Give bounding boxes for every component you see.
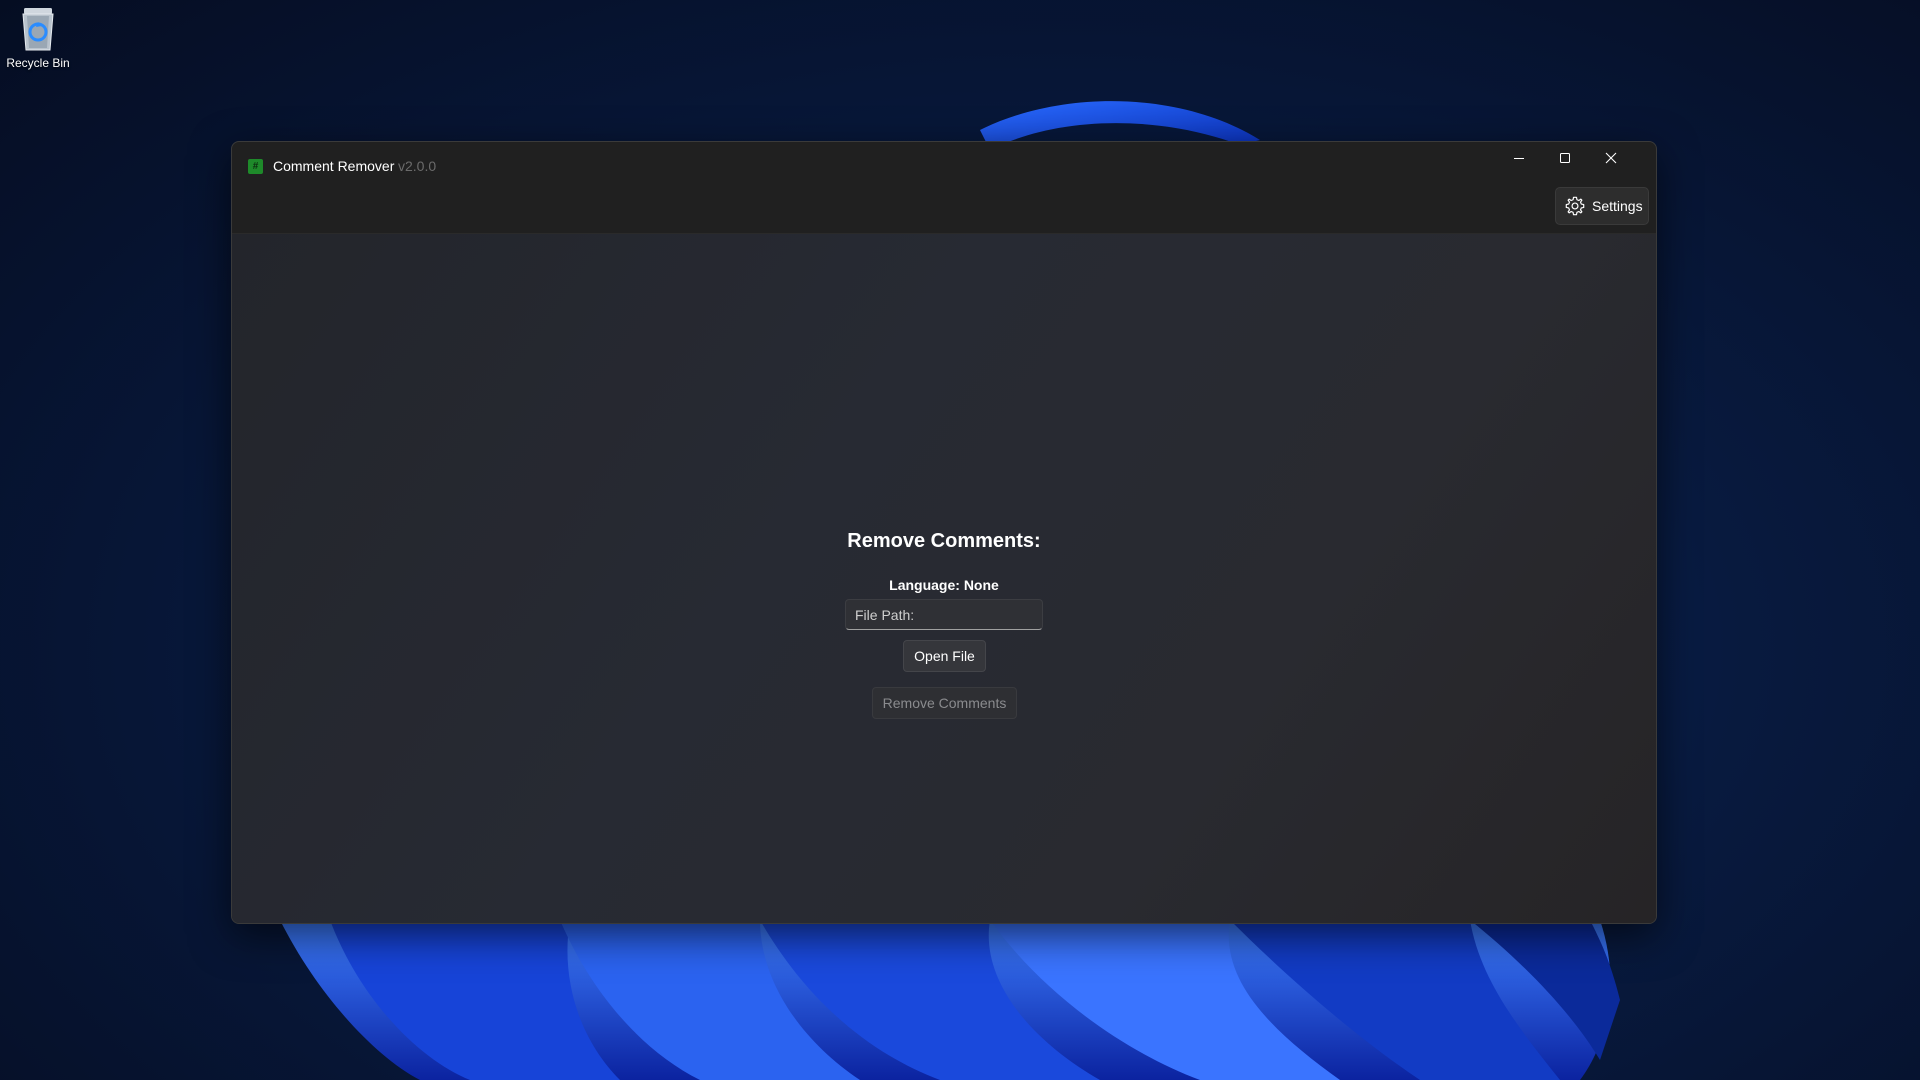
language-label: Language: None: [889, 577, 999, 593]
window-title: Comment Remover: [273, 158, 395, 174]
title-bar[interactable]: # Comment Remover v2.0.0: [232, 142, 1656, 190]
remove-comments-button[interactable]: Remove Comments: [872, 687, 1017, 719]
maximize-icon: [1560, 153, 1570, 163]
desktop-icon-label: Recycle Bin: [6, 56, 70, 70]
desktop: Recycle Bin # Comment Remover v2.0.0 Set…: [0, 0, 1920, 1080]
recycle-bin-icon: [22, 8, 54, 51]
page-title: Remove Comments:: [847, 530, 1041, 552]
file-path-input[interactable]: [845, 599, 1043, 630]
close-icon: [1605, 152, 1617, 164]
main-content: Remove Comments: Language: None Open Fil…: [232, 233, 1656, 923]
app-icon: #: [248, 159, 263, 174]
maximize-button[interactable]: [1542, 142, 1588, 174]
close-button[interactable]: [1588, 142, 1634, 174]
remove-comments-panel: Remove Comments: Language: None Open Fil…: [232, 234, 1656, 923]
minimize-button[interactable]: [1496, 142, 1542, 174]
app-version: v2.0.0: [398, 158, 437, 174]
open-file-button[interactable]: Open File: [903, 640, 986, 672]
settings-button[interactable]: Settings: [1555, 187, 1649, 225]
minimize-icon: [1514, 158, 1524, 159]
app-window: # Comment Remover v2.0.0 Settings Remove…: [231, 141, 1657, 924]
gear-icon: [1565, 196, 1585, 216]
desktop-icon-recycle-bin[interactable]: Recycle Bin: [2, 6, 74, 70]
settings-label: Settings: [1592, 198, 1643, 214]
